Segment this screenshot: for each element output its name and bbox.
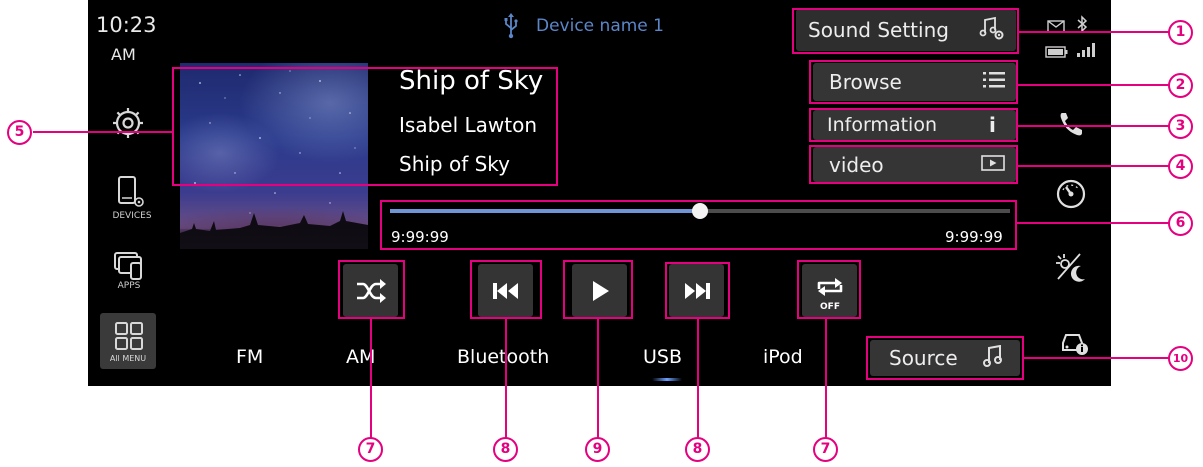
highlight-progress bbox=[380, 200, 1017, 250]
active-source-indicator bbox=[652, 378, 682, 381]
source-bluetooth[interactable]: Bluetooth bbox=[457, 346, 549, 368]
bluetooth-icon bbox=[1076, 15, 1088, 37]
highlight-shuffle bbox=[338, 260, 405, 319]
vehicle-info-icon[interactable] bbox=[1059, 327, 1091, 361]
highlight-video bbox=[809, 145, 1018, 184]
callout-1: 1 bbox=[1168, 20, 1193, 45]
source-ipod[interactable]: iPod bbox=[763, 346, 803, 368]
callout-4: 4 bbox=[1168, 154, 1193, 179]
clock-time: 10:23 bbox=[96, 13, 157, 37]
clock-ampm: AM bbox=[111, 45, 136, 64]
battery-icon bbox=[1045, 44, 1069, 63]
speedometer-icon[interactable] bbox=[1055, 178, 1087, 214]
mail-icon bbox=[1047, 18, 1065, 37]
highlight-sound-setting bbox=[792, 8, 1019, 54]
signal-strength-icon bbox=[1076, 42, 1096, 62]
highlight-play bbox=[563, 260, 633, 319]
device-name: Device name 1 bbox=[536, 16, 664, 36]
source-fm[interactable]: FM bbox=[236, 346, 263, 368]
callout-8-previous: 8 bbox=[493, 437, 518, 462]
callout-7-repeat: 7 bbox=[813, 437, 838, 462]
devices-icon[interactable]: DEVICES bbox=[112, 176, 152, 221]
highlight-browse bbox=[809, 60, 1018, 104]
day-night-icon[interactable] bbox=[1054, 251, 1088, 287]
callout-6: 6 bbox=[1168, 211, 1193, 236]
highlight-next bbox=[665, 262, 730, 319]
highlight-information bbox=[809, 108, 1018, 142]
highlight-previous bbox=[470, 260, 542, 319]
callout-8-next: 8 bbox=[685, 437, 710, 462]
settings-gear-icon[interactable] bbox=[111, 106, 145, 144]
usb-icon bbox=[503, 13, 519, 43]
callout-5: 5 bbox=[7, 120, 32, 145]
callout-3: 3 bbox=[1168, 114, 1193, 139]
apps-label: APPS bbox=[117, 281, 141, 291]
all-menu-button[interactable]: All MENU bbox=[100, 313, 156, 369]
apps-icon[interactable]: APPS bbox=[114, 251, 144, 291]
highlight-source bbox=[866, 336, 1024, 380]
callout-7-shuffle: 7 bbox=[358, 437, 383, 462]
callout-2: 2 bbox=[1168, 73, 1193, 98]
grid-icon bbox=[115, 322, 143, 350]
callout-9: 9 bbox=[585, 437, 610, 462]
highlight-track-info bbox=[172, 67, 558, 186]
devices-label: DEVICES bbox=[112, 211, 152, 221]
source-usb[interactable]: USB bbox=[643, 346, 682, 368]
callout-10: 10 bbox=[1168, 346, 1193, 371]
highlight-repeat bbox=[797, 260, 861, 319]
all-menu-label: All MENU bbox=[109, 354, 147, 363]
